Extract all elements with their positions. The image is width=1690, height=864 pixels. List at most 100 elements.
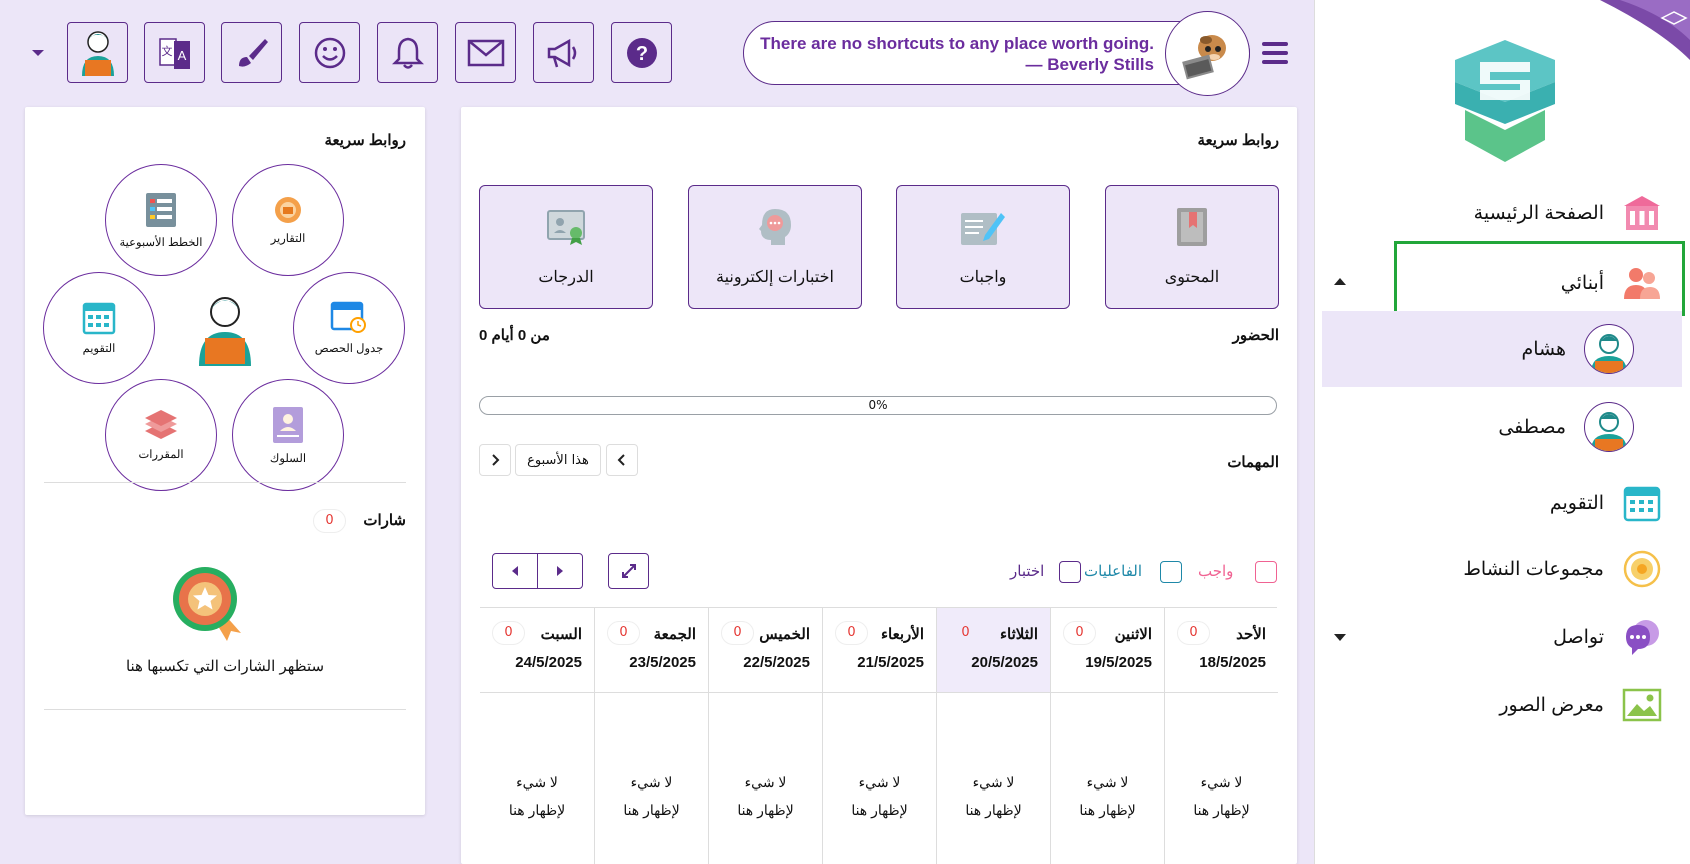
attendance-progress-bar: 0%: [479, 396, 1277, 415]
paintbrush-icon: [238, 38, 268, 67]
collapse-caret-icon[interactable]: [1334, 278, 1346, 285]
avatar-button[interactable]: [67, 22, 128, 83]
sidebar-item-children[interactable]: أبنائي: [1561, 258, 1662, 308]
behavior-link[interactable]: السلوك: [232, 379, 344, 491]
books-stack-icon: [145, 410, 177, 439]
day-empty-message: لا شيء لإظهار هنا: [851, 774, 908, 818]
behavior-icon: [273, 407, 303, 443]
help-button[interactable]: ?: [611, 22, 672, 83]
homework-legend-label: واجب: [1198, 563, 1234, 580]
day-count-badge: 0: [1177, 621, 1210, 645]
main-panel: روابط سريعة المحتوى واجبات اختبارات إلكت…: [461, 107, 1297, 864]
quote-text: There are no shortcuts to any place wort…: [760, 33, 1154, 75]
reports-link[interactable]: التقارير: [232, 164, 344, 276]
megaphone-icon: [547, 38, 576, 67]
day-column[interactable]: الخميس 0 22/5/2025 لا شيء لإظهار هنا: [708, 608, 822, 864]
sidebar-item-home[interactable]: الصفحة الرئيسية: [1474, 188, 1662, 238]
exam-legend-checkbox[interactable]: [1059, 561, 1081, 583]
sidebar-item-activity-groups[interactable]: مجموعات النشاط: [1463, 544, 1662, 594]
envelope-icon: [467, 39, 504, 66]
announcements-button[interactable]: [533, 22, 594, 83]
prev-week-button[interactable]: [479, 444, 511, 476]
sidebar-item-communication[interactable]: تواصل: [1553, 612, 1662, 662]
day-empty-message: لا شيء لإظهار هنا: [965, 774, 1022, 818]
user-menu-caret-icon[interactable]: [32, 50, 44, 56]
schedule-link[interactable]: جدول الحصص: [293, 272, 405, 384]
side-panel: روابط سريعة التقارير الخطط الأسبوعية جدو…: [25, 107, 425, 815]
chevron-right-icon: [492, 454, 500, 466]
menu-toggle-icon[interactable]: [1262, 42, 1288, 64]
day-name: الجمعة: [653, 626, 696, 643]
calendar-link[interactable]: التقويم: [43, 272, 155, 384]
mascot-icon: [1181, 34, 1226, 79]
reports-icon: [275, 197, 301, 223]
schedule-icon: [330, 301, 366, 333]
sidebar-item-label: أبنائي: [1560, 272, 1604, 294]
chevron-left-icon: [617, 454, 625, 466]
image-gallery-icon: [1622, 685, 1662, 725]
e-exams-link[interactable]: اختبارات إلكترونية: [688, 185, 862, 309]
attendance-value: 0 من 0 أيام: [479, 327, 550, 344]
translate-button[interactable]: A 文: [144, 22, 205, 83]
calendar-icon: [1622, 483, 1662, 523]
activities-legend-checkbox[interactable]: [1160, 561, 1182, 583]
day-empty-message: لا شيء لإظهار هنا: [623, 774, 680, 818]
quote-line: There are no shortcuts to any place wort…: [760, 34, 1154, 53]
day-date: 19/5/2025: [1085, 654, 1152, 671]
courses-link[interactable]: المقررات: [105, 379, 217, 491]
homework-legend-checkbox[interactable]: [1255, 561, 1277, 583]
quick-links-title: روابط سريعة: [1197, 132, 1279, 149]
grades-link[interactable]: الدرجات: [479, 185, 653, 309]
chat-bubble-icon: [1622, 617, 1662, 657]
student-avatar-icon: [81, 30, 114, 76]
sidebar-item-child-hesham[interactable]: هشام: [1322, 311, 1682, 387]
tasks-title: المهمات: [1227, 454, 1279, 471]
link-label: المحتوى: [1164, 269, 1220, 286]
day-column-today[interactable]: الثلاثاء 0 20/5/2025 لا شيء لإظهار هنا: [936, 608, 1050, 864]
day-empty-message: لا شيء لإظهار هنا: [1079, 774, 1136, 818]
day-count-badge: 0: [1063, 621, 1096, 645]
expand-icon: [621, 564, 636, 578]
day-date: 20/5/2025: [971, 654, 1038, 671]
day-empty-message: لا شيء لإظهار هنا: [1193, 774, 1250, 818]
homework-link[interactable]: واجبات: [896, 185, 1070, 309]
day-name: السبت: [540, 626, 582, 643]
expand-caret-icon[interactable]: [1334, 634, 1346, 641]
top-bar: A 文 ? There are no shortcuts to any plac…: [0, 0, 1314, 106]
circle-label: المقررات: [138, 449, 184, 461]
theme-button[interactable]: [221, 22, 282, 83]
day-column[interactable]: السبت 0 24/5/2025 لا شيء لإظهار هنا: [480, 608, 594, 864]
content-link[interactable]: المحتوى: [1105, 185, 1279, 309]
thinking-head-icon: [759, 208, 791, 245]
svg-text:A: A: [177, 48, 186, 63]
badges-title: شارات: [363, 512, 406, 529]
notifications-button[interactable]: [377, 22, 438, 83]
sidebar-item-label: مجموعات النشاط: [1463, 558, 1604, 580]
school-logo: [1455, 40, 1555, 162]
sidebar-item-label: معرض الصور: [1499, 694, 1604, 716]
emoji-button[interactable]: [299, 22, 360, 83]
sidebar-item-child-mostafa[interactable]: مصطفى: [1322, 389, 1682, 465]
day-column[interactable]: الأحد 0 18/5/2025 لا شيء لإظهار هنا: [1164, 608, 1278, 864]
calendar-next-button[interactable]: [538, 554, 582, 588]
calendar-prev-button[interactable]: [493, 554, 538, 588]
day-column[interactable]: الاثنين 0 19/5/2025 لا شيء لإظهار هنا: [1050, 608, 1164, 864]
bell-icon: [391, 37, 424, 69]
this-week-button[interactable]: هذا الأسبوع: [515, 444, 601, 476]
sidebar-item-gallery[interactable]: معرض الصور: [1499, 680, 1662, 730]
day-column[interactable]: الأربعاء 0 21/5/2025 لا شيء لإظهار هنا: [822, 608, 936, 864]
day-date: 22/5/2025: [743, 654, 810, 671]
circle-label: السلوك: [269, 453, 307, 465]
messages-button[interactable]: [455, 22, 516, 83]
child-name: مصطفى: [1498, 416, 1566, 438]
fullscreen-button[interactable]: [608, 553, 649, 589]
day-date: 24/5/2025: [515, 654, 582, 671]
weekly-plans-icon: [146, 193, 176, 227]
smiley-icon: [314, 37, 345, 68]
child-name: هشام: [1521, 338, 1566, 360]
sidebar-item-calendar[interactable]: التقويم: [1550, 478, 1662, 528]
next-week-button[interactable]: [606, 444, 638, 476]
day-empty-message: لا شيء لإظهار هنا: [737, 774, 794, 818]
day-column[interactable]: الجمعة 0 23/5/2025 لا شيء لإظهار هنا: [594, 608, 708, 864]
weekly-plans-link[interactable]: الخطط الأسبوعية: [105, 164, 217, 276]
